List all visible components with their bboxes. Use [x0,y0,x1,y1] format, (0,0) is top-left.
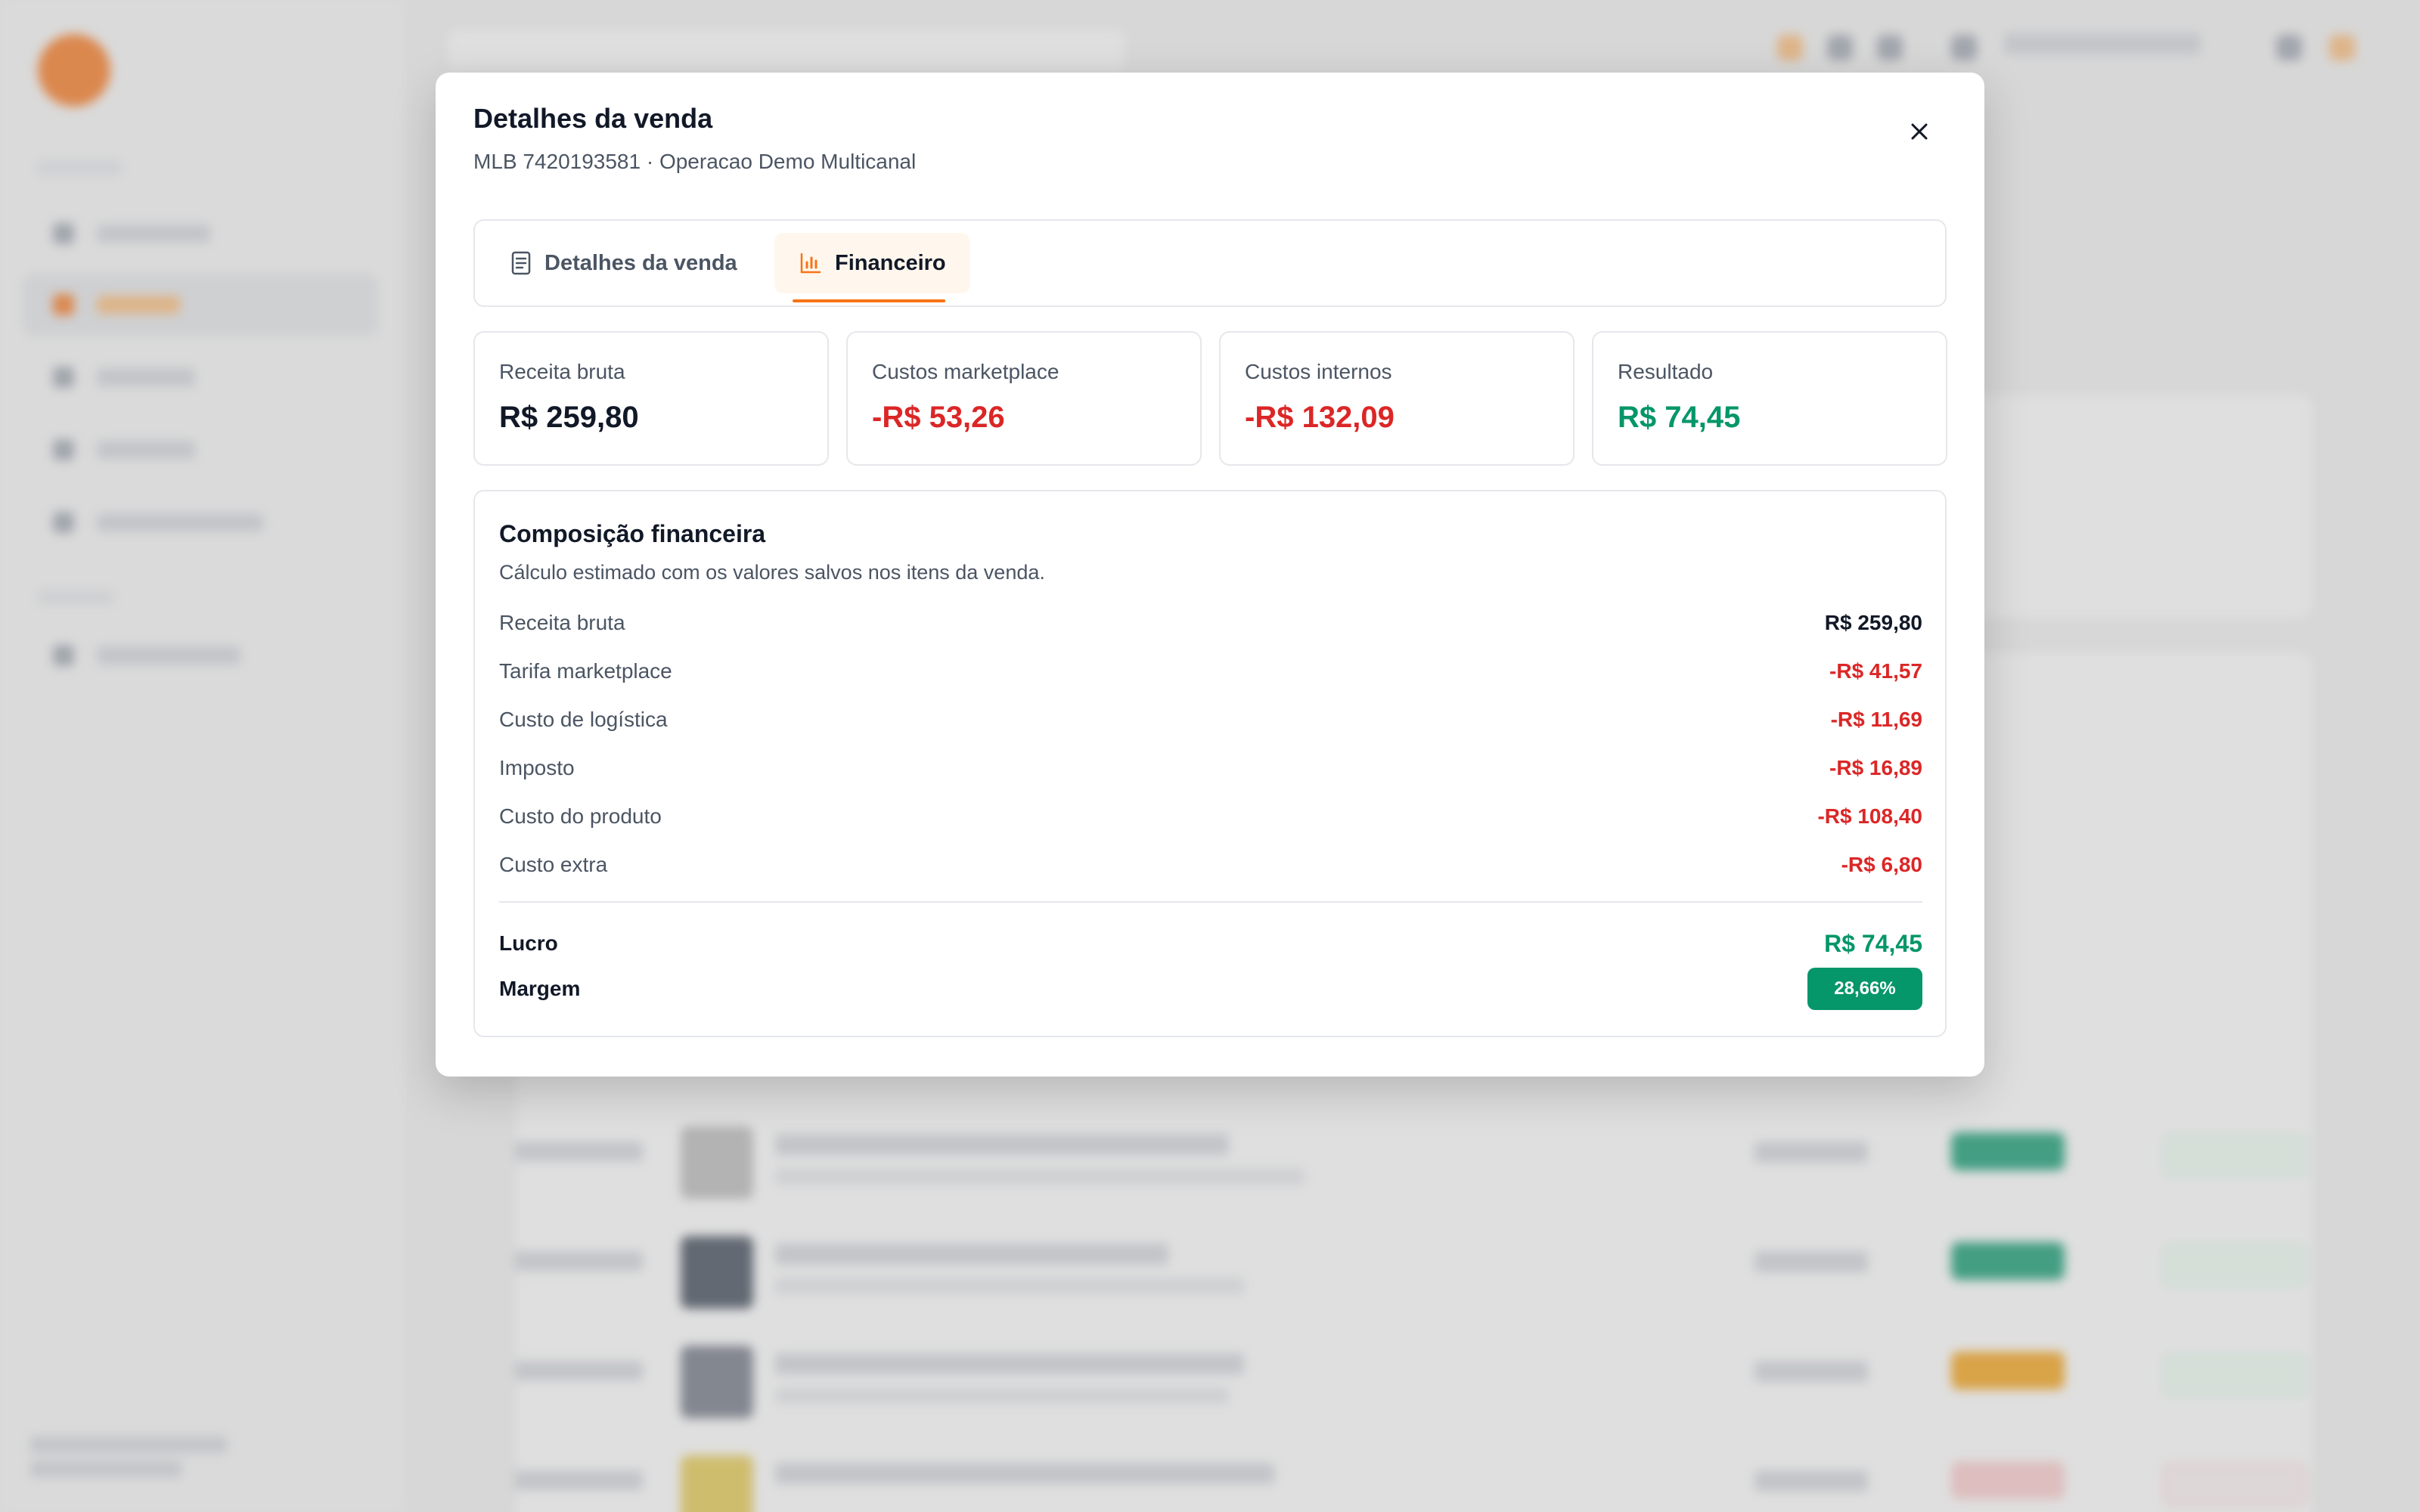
document-icon [511,251,531,275]
kpi-card-result: Resultado R$ 74,45 [1592,331,1947,466]
line-label: Receita bruta [499,611,625,634]
line-value: -R$ 108,40 [1817,804,1922,828]
composition-line: Custo de logística -R$ 11,69 [499,705,1922,735]
kpi-card-marketplace-costs: Custos marketplace -R$ 53,26 [846,331,1202,466]
line-value: R$ 259,80 [1824,611,1922,634]
composition-line: Custo do produto -R$ 108,40 [499,801,1922,832]
tab-label: Detalhes da venda [544,250,737,275]
kpi-value: -R$ 53,26 [872,401,1005,434]
kpi-value: R$ 74,45 [1618,401,1741,434]
kpi-label: Receita bruta [499,360,625,383]
tab-financial[interactable]: Financeiro [774,233,970,293]
composition-line: Tarifa marketplace -R$ 41,57 [499,656,1922,686]
profit-label: Lucro [499,931,558,955]
financial-composition-card: Composição financeira Cálculo estimado c… [473,490,1947,1037]
tab-label: Financeiro [835,250,946,275]
line-value: -R$ 6,80 [1841,853,1922,876]
kpi-label: Custos marketplace [872,360,1060,383]
line-value: -R$ 16,89 [1829,756,1922,779]
line-label: Custo extra [499,853,608,876]
line-value: -R$ 41,57 [1829,659,1922,683]
composition-line: Receita bruta R$ 259,80 [499,608,1922,638]
margin-row: Margem 28,66% [499,968,1922,1010]
kpi-value: R$ 259,80 [499,401,639,434]
sale-details-modal: Detalhes da venda MLB 7420193581 · Opera… [436,73,1984,1077]
margin-badge: 28,66% [1807,968,1922,1010]
close-button[interactable] [1898,110,1941,153]
composition-line: Custo extra -R$ 6,80 [499,850,1922,880]
kpi-card-gross-revenue: Receita bruta R$ 259,80 [473,331,829,466]
composition-line: Imposto -R$ 16,89 [499,753,1922,783]
kpi-label: Resultado [1618,360,1714,383]
composition-divider [499,901,1922,903]
modal-subtitle: MLB 7420193581 · Operacao Demo Multicana… [473,150,917,173]
line-value: -R$ 11,69 [1830,708,1922,731]
margin-label: Margem [499,977,581,1000]
modal-tabs: Detalhes da venda Financeiro [473,219,1947,307]
bar-chart-icon [800,253,821,274]
kpi-card-internal-costs: Custos internos -R$ 132,09 [1219,331,1575,466]
modal-title: Detalhes da venda [473,103,713,134]
line-label: Imposto [499,756,575,779]
kpi-value: -R$ 132,09 [1245,401,1395,434]
line-label: Custo de logística [499,708,668,731]
line-label: Custo do produto [499,804,662,828]
close-icon [1911,123,1928,140]
kpi-label: Custos internos [1245,360,1392,383]
active-tab-indicator [793,299,945,302]
tab-sale-details[interactable]: Detalhes da venda [486,233,762,293]
composition-subtitle: Cálculo estimado com os valores salvos n… [499,561,1045,584]
profit-row: Lucro R$ 74,45 [499,928,1922,959]
line-label: Tarifa marketplace [499,659,672,683]
composition-title: Composição financeira [499,520,766,547]
profit-value: R$ 74,45 [1824,929,1922,957]
